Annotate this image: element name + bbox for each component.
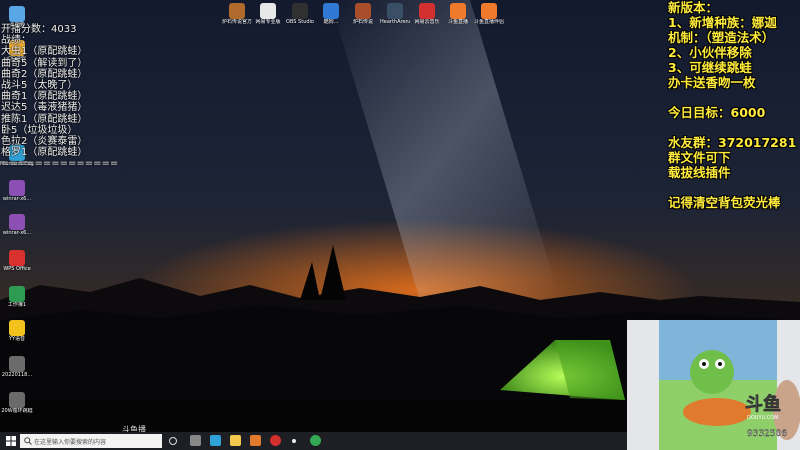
notice-line: 1、新增种族：娜迦 (668, 15, 777, 30)
notice-line: 3、可继续跳蛙 (668, 60, 752, 75)
kugou-icon (323, 3, 339, 19)
desktop-icon[interactable]: 炉石传说 (348, 3, 378, 25)
yy-icon (9, 320, 25, 336)
taskbar-app-icon[interactable] (190, 435, 201, 446)
overlay-line: 曲奇5（解读到了） (1, 57, 88, 69)
desktop-icon-label: 工作簿1 (7, 302, 27, 308)
desktop-icon[interactable]: YY语音 (0, 320, 34, 342)
overlay-line: 大虫1（原配跳蛙） (1, 46, 88, 58)
file-icon (9, 392, 25, 408)
notice-line: 办卡送香吻一枚 (668, 75, 756, 90)
desktop-icon[interactable]: winrar-x6... (0, 214, 34, 236)
desktop-icon-label: 网易云音乐 (414, 19, 440, 25)
notice-line: 记得清空背包荧光棒 (668, 195, 781, 210)
netease-icon (260, 3, 276, 19)
desktop-icon[interactable]: HearthArena 快捷方式 (380, 3, 410, 25)
desktop-icon-label: 斗鱼直播伴侣 (474, 19, 504, 25)
desktop-icon-label: HearthArena 快捷方式 (380, 19, 410, 25)
stream-notice-overlay: 新版本： 1、新增种族：娜迦 机制：（塑造法术） 2、小伙伴移除 3、可继续跳蛙… (668, 0, 800, 210)
douyu-logo-sub: DOUYU.COM (747, 415, 779, 421)
music-icon (419, 3, 435, 19)
wps-icon (9, 250, 25, 266)
overlay-line: 迟达5（毒液猪猪） (1, 102, 88, 114)
room-id: 9332506 (747, 429, 787, 439)
notice-line: 群文件可下 (668, 150, 731, 165)
douyu-logo-text: 斗鱼 (745, 393, 781, 415)
overlay-line: 卧5（垃圾垃圾） (1, 124, 78, 136)
search-icon (24, 437, 32, 445)
desktop-icon-label: winrar-x6... (2, 196, 32, 202)
desktop-icon[interactable]: OBS Studio (285, 3, 315, 25)
obs-icon (292, 3, 308, 19)
webcam-overlay: 斗鱼 DOUYU.COM 9332506 (627, 320, 800, 450)
douyu-taskbar-icon[interactable] (250, 435, 261, 446)
task-view-icon[interactable] (169, 437, 177, 445)
search-placeholder: 在这里输入你要搜索的内容 (34, 439, 107, 446)
computer-icon (9, 6, 25, 22)
notice-line: 新版本： (668, 0, 719, 15)
overlay-line: ============== (1, 158, 119, 170)
streamer-card-art: 斗鱼 DOUYU.COM 9332506 (627, 320, 800, 450)
overlay-line: 曲奇2（原配跳蛙） (1, 68, 88, 80)
desktop-icon-label: OBS Studio (286, 19, 314, 25)
desktop-icon[interactable]: 斗鱼直播伴侣 (474, 3, 504, 25)
desktop-icon-label: 斗鱼直播 (447, 19, 468, 25)
desktop-icon-label: 炉石传说官方插件 (222, 19, 252, 25)
douyu-partner-icon (481, 3, 497, 19)
spreadsheet-icon (9, 286, 25, 302)
notice-line (668, 90, 800, 105)
desktop-icon[interactable]: 20220118... (0, 356, 34, 378)
folder-icon[interactable] (230, 435, 241, 446)
stream-stats-overlay: 开播分数：4033 战绩： 大虫1（原配跳蛙） 曲奇5（解读到了） 曲奇2（原配… (1, 24, 121, 170)
browser-taskbar-icon[interactable] (310, 435, 321, 446)
overlay-line: 战绩： (1, 35, 31, 47)
desktop-icon[interactable]: 斗鱼直播 (443, 3, 473, 25)
obs-taskbar-icon[interactable] (292, 439, 296, 443)
hearthstone-icon (355, 3, 371, 19)
overlay-line: 格罗1（原配跳蛙） (1, 147, 88, 159)
desktop-icon-label: 酷狗... (323, 19, 339, 25)
overlay-line: 开播分数：4033 (1, 24, 77, 35)
desktop-icon-label: 网易专业版 (255, 19, 281, 25)
desktop-icon-label: winrar-x6... (2, 230, 32, 236)
desktop-icon[interactable]: 工作簿1 (0, 286, 34, 308)
taskbar-search-box[interactable]: 在这里输入你要搜索的内容 (20, 434, 162, 448)
notice-line: 今日目标：6000 (668, 105, 766, 120)
desktop-icon-label: YY语音 (8, 336, 26, 342)
taskbar: 在这里输入你要搜索的内容 (0, 432, 627, 450)
desktop-icon[interactable]: 网易专业版 (253, 3, 283, 25)
overlay-line: 曲奇1（原配跳蛙） (1, 91, 88, 103)
file-icon (9, 356, 25, 372)
notice-line: 载拔线插件 (668, 165, 731, 180)
hearth-arena-icon (387, 3, 403, 19)
notice-line (668, 180, 800, 195)
windows-start-icon[interactable] (6, 436, 16, 446)
desktop-icon-label: WPS Office (3, 266, 31, 272)
music-taskbar-icon[interactable] (270, 435, 281, 446)
winrar-icon (9, 214, 25, 230)
desktop-icon[interactable]: winrar-x6... (0, 180, 34, 202)
notice-line: 水友群：372017281 (668, 135, 797, 150)
desktop-icon[interactable]: 炉石传说官方插件 (222, 3, 252, 25)
winrar-icon (9, 180, 25, 196)
hearthstone-plugin-icon (229, 3, 245, 19)
overlay-line: 战斗5（太晚了） (1, 80, 78, 92)
overlay-line: 色拉2（炎赛泰雷） (1, 136, 88, 148)
desktop-icon[interactable]: 酷狗... (316, 3, 346, 25)
desktop-icon[interactable]: 20W循环跳蛙 (0, 392, 34, 414)
desktop-icon-label: 炉石传说 (352, 19, 373, 25)
desktop-icon[interactable]: WPS Office (0, 250, 34, 272)
desktop-icon-label: 20220118... (1, 372, 33, 378)
notice-line: 2、小伙伴移除 (668, 45, 752, 60)
douyu-icon (450, 3, 466, 19)
desktop-icon[interactable]: 网易云音乐 (412, 3, 442, 25)
edge-icon[interactable] (210, 435, 221, 446)
overlay-line: 推陈1（原配跳蛙） (1, 113, 88, 125)
desktop-icon-label: 20W循环跳蛙 (1, 408, 33, 414)
notice-line (668, 120, 800, 135)
notice-line: 机制：（塑造法术） (668, 30, 775, 45)
